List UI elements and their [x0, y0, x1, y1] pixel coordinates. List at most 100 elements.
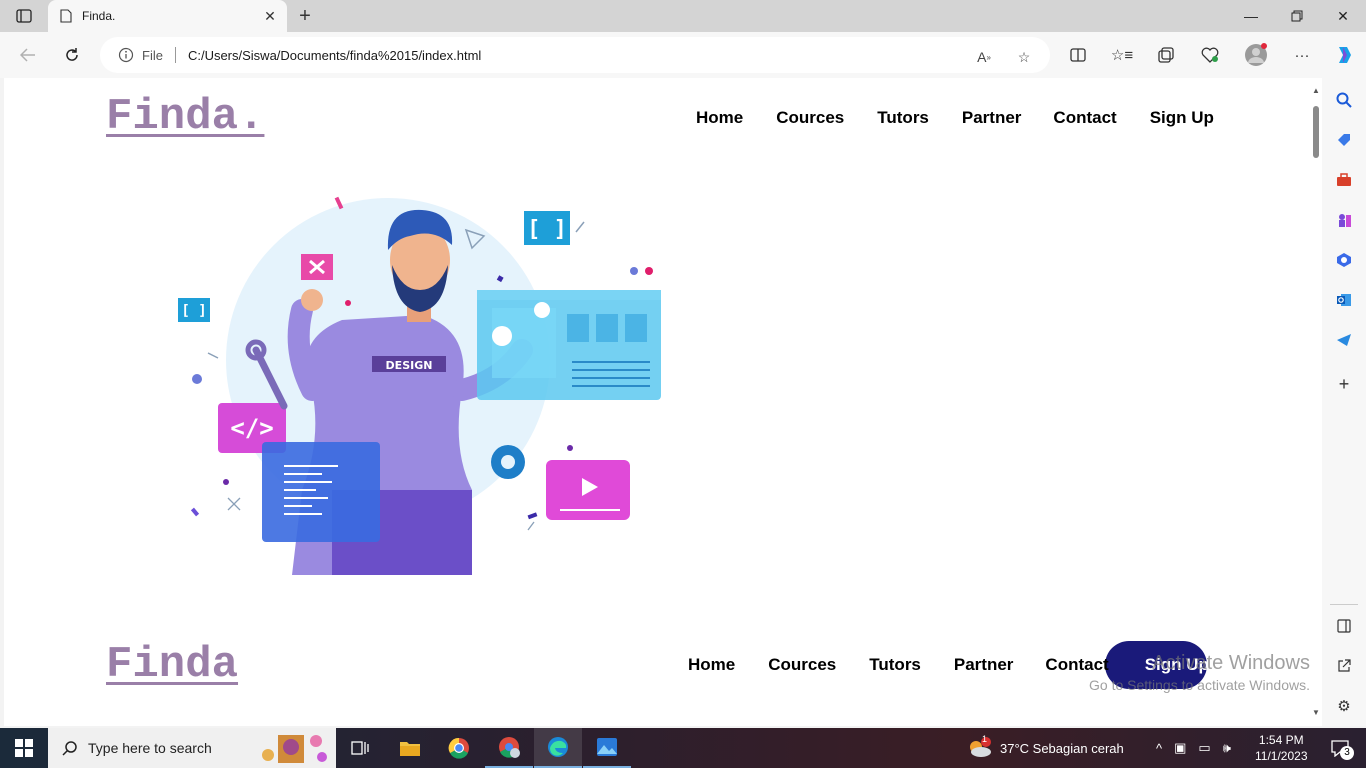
- page-scrollbar[interactable]: ▲ ▼: [1310, 84, 1322, 720]
- refresh-button[interactable]: [58, 41, 86, 69]
- nav-contact[interactable]: Contact: [1053, 108, 1116, 128]
- restore-button[interactable]: [1274, 0, 1320, 32]
- start-button[interactable]: [0, 728, 48, 768]
- search-highlight-icon: [262, 735, 327, 763]
- shirt-text: DESIGN: [386, 359, 433, 372]
- tab-actions-icon: [16, 9, 32, 23]
- edge-icon[interactable]: [534, 728, 582, 768]
- svg-text:</>: </>: [230, 414, 273, 442]
- designer-illustration: [ ] [ ] </> DESIGN: [178, 196, 661, 575]
- back-arrow-icon: [20, 48, 35, 62]
- nav-sign-up[interactable]: Sign Up: [1150, 108, 1214, 128]
- site-info-label: File: [142, 47, 163, 63]
- address-separator: [174, 47, 176, 63]
- notification-center-icon[interactable]: 3: [1322, 728, 1358, 768]
- sidebar-shopping-icon[interactable]: [1332, 128, 1356, 152]
- taskbar-search-icon: [62, 741, 77, 756]
- sidebar-games-icon[interactable]: [1332, 208, 1356, 232]
- tray-network-icon[interactable]: ▭: [1198, 740, 1210, 756]
- tray-volume-icon[interactable]: 🕪: [1223, 740, 1231, 756]
- sidebar-outlook-icon[interactable]: [1332, 288, 1356, 312]
- new-tab-button[interactable]: +: [292, 4, 318, 28]
- sidebar-hide-icon[interactable]: [1332, 614, 1356, 638]
- photos-icon[interactable]: [583, 728, 631, 768]
- site-info[interactable]: File: [118, 47, 163, 63]
- tray-device-icon[interactable]: ▣: [1174, 740, 1186, 756]
- browser-toolbar: File C:/Users/Siswa/Documents/finda%2015…: [0, 32, 1366, 78]
- more-options-icon[interactable]: ···: [1288, 41, 1316, 69]
- scroll-down-arrow-icon[interactable]: ▼: [1312, 708, 1320, 717]
- hero-illustration: [ ] [ ] </> DESIGN: [172, 190, 666, 576]
- read-aloud-icon[interactable]: A»: [973, 46, 995, 68]
- nav-partner[interactable]: Partner: [962, 108, 1022, 128]
- page-viewport: Finda. Home Cources Tutors Partner Conta…: [4, 78, 1322, 726]
- sidebar-divider: [1330, 604, 1358, 605]
- page-icon: [60, 9, 72, 23]
- split-screen-icon[interactable]: [1064, 41, 1092, 69]
- activate-windows-subtitle: Go to Settings to activate Windows.: [1089, 677, 1310, 693]
- close-window-button[interactable]: ✕: [1320, 0, 1366, 32]
- site-logo[interactable]: Finda.: [106, 92, 264, 142]
- second-nav-contact[interactable]: Contact: [1045, 655, 1108, 675]
- second-nav-cources[interactable]: Cources: [768, 655, 836, 675]
- sidebar-tools-icon[interactable]: [1332, 168, 1356, 192]
- svg-text:[ ]: [ ]: [181, 303, 206, 319]
- task-view-icon[interactable]: [336, 728, 384, 768]
- back-button[interactable]: [14, 41, 42, 69]
- browser-tab[interactable]: Finda. ✕: [48, 0, 287, 32]
- taskbar-search-placeholder: Type here to search: [88, 740, 212, 756]
- taskbar-search-box[interactable]: Type here to search: [48, 728, 336, 768]
- tab-close-icon[interactable]: ✕: [259, 5, 281, 27]
- clock-date: 11/1/2023: [1255, 749, 1308, 763]
- second-nav-tutors[interactable]: Tutors: [869, 655, 921, 675]
- clock-time: 1:54 PM: [1258, 733, 1304, 747]
- notification-count-badge: 3: [1340, 746, 1354, 760]
- favorite-star-icon[interactable]: ☆: [1013, 46, 1035, 68]
- weather-icon: [970, 737, 991, 757]
- sidebar-settings-icon[interactable]: ⚙: [1332, 694, 1356, 718]
- second-site-logo[interactable]: Finda: [106, 640, 238, 690]
- info-icon: [118, 47, 134, 63]
- tab-title: Finda.: [82, 9, 116, 23]
- minimize-button[interactable]: —: [1228, 0, 1274, 32]
- weather-text: 37°C Sebagian cerah: [1000, 740, 1124, 756]
- weather-widget[interactable]: 1 37°C Sebagian cerah: [966, 728, 1124, 768]
- windows-taskbar: Type here to search 1 37°C Sebagian cera…: [0, 728, 1366, 768]
- browser-essentials-icon[interactable]: [1196, 41, 1224, 69]
- collections-icon[interactable]: [1152, 41, 1180, 69]
- tab-strip: Finda. ✕ + — ✕: [0, 0, 1366, 32]
- main-nav: Home Cources Tutors Partner Contact Sign…: [696, 108, 1214, 128]
- restore-icon: [1291, 10, 1303, 22]
- second-nav-home[interactable]: Home: [688, 655, 735, 675]
- nav-home[interactable]: Home: [696, 108, 743, 128]
- sidebar-send-icon[interactable]: [1332, 328, 1356, 352]
- chrome-icon[interactable]: [435, 728, 483, 768]
- sidebar-search-icon[interactable]: [1332, 88, 1356, 112]
- activate-windows-title: Activate Windows: [1152, 652, 1310, 674]
- edge-sidebar: + ⚙: [1322, 78, 1366, 726]
- favorites-icon[interactable]: ☆≡: [1108, 41, 1136, 69]
- sidebar-add-icon[interactable]: +: [1332, 372, 1356, 396]
- address-bar[interactable]: File C:/Users/Siswa/Documents/finda%2015…: [100, 37, 1050, 73]
- windows-logo-icon: [15, 739, 33, 757]
- tab-actions-button[interactable]: [8, 4, 40, 28]
- chrome-profile-icon[interactable]: [485, 728, 533, 768]
- system-tray: ^ ▣ ▭ 🕪: [1156, 728, 1231, 768]
- nav-cources[interactable]: Cources: [776, 108, 844, 128]
- scroll-up-arrow-icon[interactable]: ▲: [1312, 86, 1320, 95]
- copilot-icon[interactable]: [1330, 41, 1358, 69]
- url-text[interactable]: C:/Users/Siswa/Documents/finda%2015/inde…: [188, 48, 481, 63]
- refresh-icon: [66, 48, 78, 61]
- file-explorer-icon[interactable]: [386, 728, 434, 768]
- nav-tutors[interactable]: Tutors: [877, 108, 929, 128]
- second-nav: Home Cources Tutors Partner Contact Sign…: [688, 655, 1209, 675]
- clock[interactable]: 1:54 PM 11/1/2023: [1255, 728, 1308, 768]
- weather-badge: 1: [982, 734, 988, 744]
- tray-chevron-icon[interactable]: ^: [1156, 741, 1162, 756]
- svg-text:[ ]: [ ]: [527, 217, 567, 242]
- scrollbar-thumb[interactable]: [1313, 106, 1319, 158]
- sidebar-microsoft365-icon[interactable]: [1332, 248, 1356, 272]
- profile-avatar[interactable]: [1242, 41, 1270, 69]
- sidebar-external-icon[interactable]: [1332, 654, 1356, 678]
- second-nav-partner[interactable]: Partner: [954, 655, 1014, 675]
